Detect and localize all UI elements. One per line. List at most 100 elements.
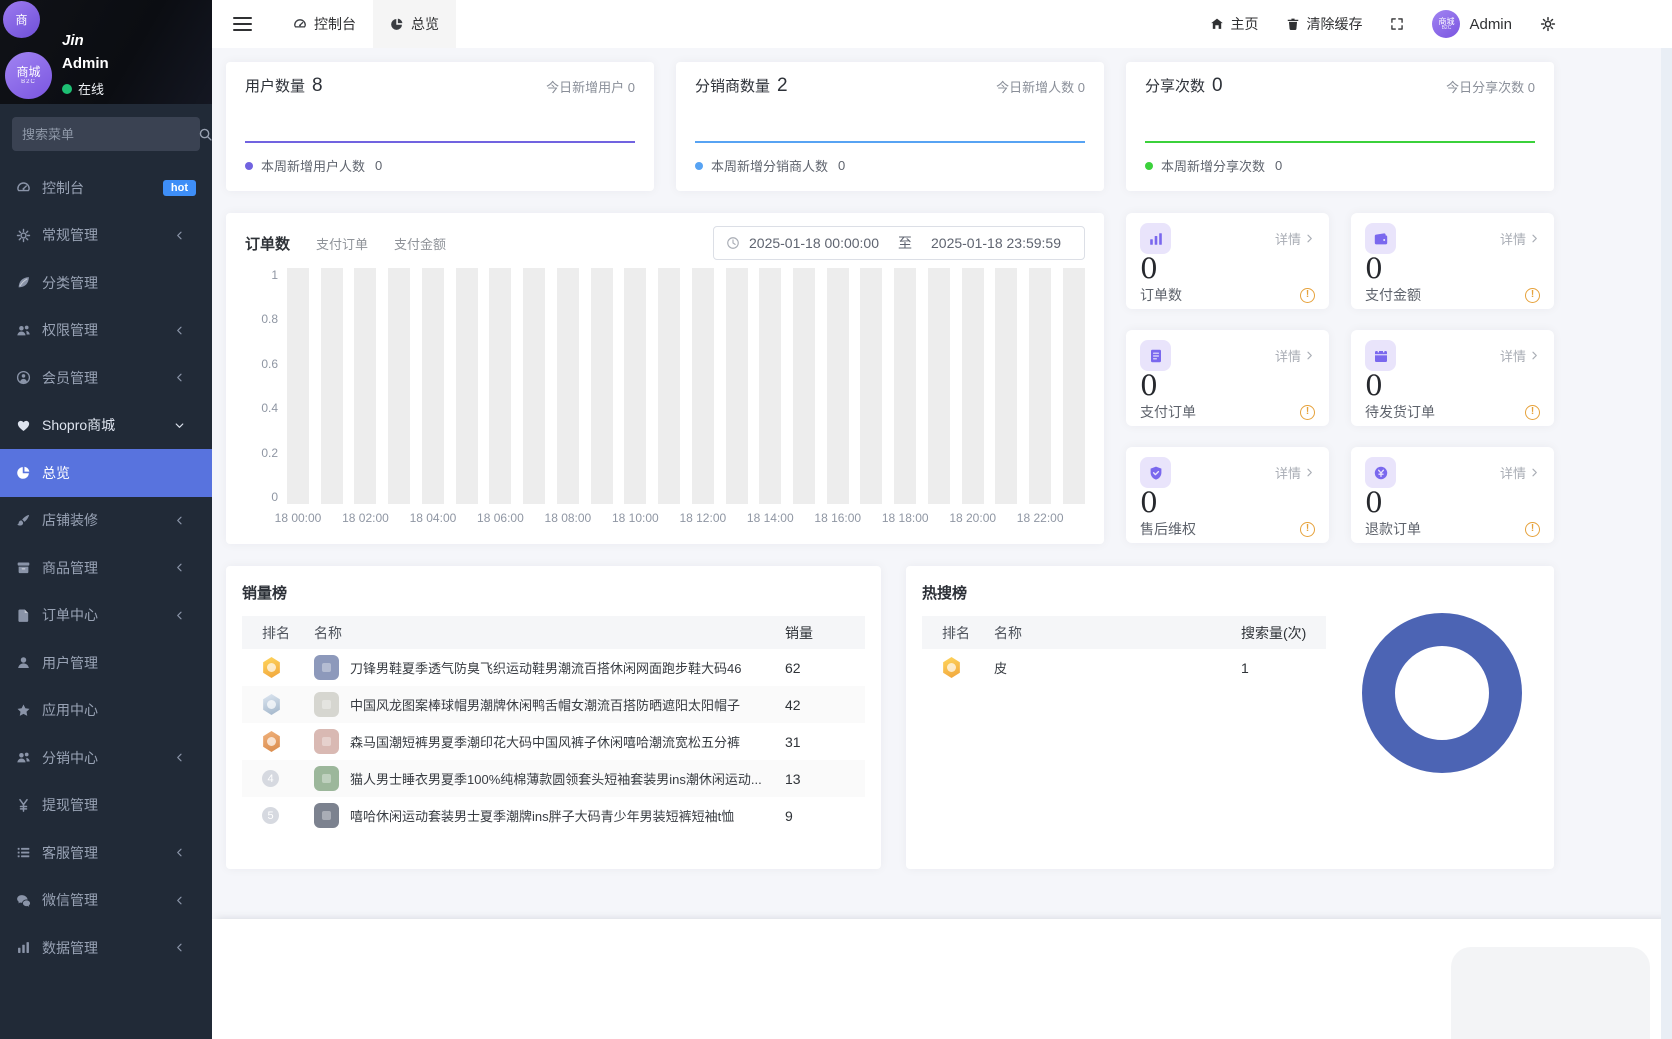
sidebar-item-label: 控制台 xyxy=(42,179,84,196)
x-axis-label: 18 04:00 xyxy=(409,511,457,525)
sidebar-item-label: 分销中心 xyxy=(42,749,98,766)
sidebar-item-5[interactable]: Shopro商城 xyxy=(0,402,212,450)
legend-value: 0 xyxy=(375,158,383,173)
settings-button[interactable] xyxy=(1540,16,1556,32)
bar-slot: 18 12:00 xyxy=(679,268,726,525)
topbar-actions: 主页 清除缓存 商城 B2C Admin xyxy=(1210,10,1556,38)
sidebar-item-7[interactable]: 店铺装修 xyxy=(0,497,212,545)
sidebar-item-2[interactable]: 分类管理 xyxy=(0,259,212,307)
topbar-tab-1[interactable]: 总览 xyxy=(373,0,456,48)
bar-chart-icon xyxy=(16,940,31,955)
y-axis: 1 0.8 0.6 0.4 0.2 0 xyxy=(245,268,287,504)
info-warning-icon[interactable]: ! xyxy=(1300,521,1315,537)
clear-cache-button[interactable]: 清除缓存 xyxy=(1286,14,1362,34)
info-warning-icon[interactable]: ! xyxy=(1525,404,1540,420)
overview-card-0: 用户数量 8 今日新增用户 0 本周新增用户人数 0 xyxy=(226,62,654,191)
legend-label: 本周新增分销商人数 xyxy=(711,159,829,174)
sidebar-item-label: 商品管理 xyxy=(42,559,98,576)
detail-link[interactable]: 详情 xyxy=(1275,346,1315,365)
sidebar-item-label: 权限管理 xyxy=(42,322,98,339)
fullscreen-button[interactable] xyxy=(1390,17,1404,31)
sales-rank-row: 刀锋男鞋夏季透气防臭飞织运动鞋男潮流百搭休闲网面跑步鞋大码46 62 xyxy=(242,649,865,686)
info-warning-icon[interactable]: ! xyxy=(1525,287,1540,303)
date-range-picker[interactable]: 2025-01-18 00:00:00 至 2025-01-18 23:59:5… xyxy=(713,226,1085,260)
x-axis-label: 18 00:00 xyxy=(274,511,322,525)
keyword-name: 皮 xyxy=(994,661,1008,676)
bar-slot xyxy=(320,268,343,504)
date-start-value[interactable]: 2025-01-18 00:00:00 xyxy=(749,235,879,251)
sidebar-item-11[interactable]: 应用中心 xyxy=(0,687,212,735)
sidebar-item-6[interactable]: 总览 xyxy=(0,449,212,497)
info-warning-icon[interactable]: ! xyxy=(1300,287,1315,303)
sidebar-item-15[interactable]: 微信管理 xyxy=(0,877,212,925)
sidebar-item-9[interactable]: 订单中心 xyxy=(0,592,212,640)
topbar-user-chip[interactable]: 商城 B2C Admin xyxy=(1432,10,1512,38)
overview-sparkline xyxy=(695,141,1085,143)
sidebar-item-13[interactable]: 提现管理 xyxy=(0,782,212,830)
sidebar-item-8[interactable]: 商品管理 xyxy=(0,544,212,592)
sidebar-item-3[interactable]: 权限管理 xyxy=(0,307,212,355)
trash-icon xyxy=(1286,17,1300,31)
topbar-tab-label: 控制台 xyxy=(314,16,356,32)
orders-chart-tab-2[interactable]: 支付金额 xyxy=(394,234,446,253)
detail-link[interactable]: 详情 xyxy=(1275,229,1315,248)
sidebar-item-label: 应用中心 xyxy=(42,702,98,719)
menu-search-input[interactable] xyxy=(22,126,198,142)
main-content: 用户数量 8 今日新增用户 0 本周新增用户人数 0 分销商数量 2 今日新增人数 … xyxy=(212,48,1672,1039)
date-end-value[interactable]: 2025-01-18 23:59:59 xyxy=(931,235,1061,251)
legend-dot xyxy=(245,161,253,170)
bar-slot: 18 04:00 xyxy=(410,268,456,525)
detail-link[interactable]: 详情 xyxy=(1500,229,1540,248)
sidebar-item-12[interactable]: 分销中心 xyxy=(0,734,212,782)
sidebar-item-1[interactable]: 常规管理 xyxy=(0,212,212,260)
detail-link[interactable]: 详情 xyxy=(1500,463,1540,482)
orders-chart-tab-1[interactable]: 支付订单 xyxy=(316,234,368,253)
sidebar-item-16[interactable]: 数据管理 xyxy=(0,924,212,972)
overview-legend: 本周新增分销商人数 0 xyxy=(695,156,1085,175)
sidebar-item-label: 提现管理 xyxy=(42,797,98,814)
orders-chart-tab-0[interactable]: 订单数 xyxy=(245,233,290,254)
chart-bar xyxy=(354,268,377,504)
overview-title: 分享次数 0 xyxy=(1145,75,1223,96)
chevron-right-icon xyxy=(1304,350,1315,361)
info-warning-icon[interactable]: ! xyxy=(1300,404,1315,420)
search-count-value: 1 xyxy=(1241,659,1249,676)
sales-value: 42 xyxy=(785,696,801,713)
detail-link[interactable]: 详情 xyxy=(1275,463,1315,482)
chevron-right-icon xyxy=(1529,467,1540,478)
user-avatar[interactable]: 商城 B2C xyxy=(5,52,52,99)
x-axis-label: 18 02:00 xyxy=(342,511,389,525)
sales-rank-row: 中国风龙图案棒球帽男潮牌休闲鸭舌帽女潮流百搭防晒遮阳太阳帽子 42 xyxy=(242,686,865,723)
info-warning-icon[interactable]: ! xyxy=(1525,521,1540,537)
chart-bar xyxy=(590,268,613,504)
chevron-right-icon xyxy=(1529,350,1540,361)
user-status: 在线 xyxy=(62,79,104,98)
bar-slot xyxy=(658,268,681,504)
chart-bar xyxy=(658,268,681,504)
sidebar-search xyxy=(12,117,200,151)
sidebar-item-10[interactable]: 用户管理 xyxy=(0,639,212,687)
home-button[interactable]: 主页 xyxy=(1210,14,1258,34)
header-rank: 排名 xyxy=(262,624,290,641)
search-icon[interactable] xyxy=(198,127,213,142)
legend-dot xyxy=(1145,161,1153,170)
chart-bar xyxy=(556,268,579,504)
hamburger-menu-button[interactable] xyxy=(233,17,252,31)
detail-link[interactable]: 详情 xyxy=(1500,346,1540,365)
vertical-scrollbar[interactable] xyxy=(1661,48,1672,1039)
chevron-left-icon xyxy=(174,847,185,858)
chart-bar xyxy=(421,268,444,504)
shield-icon xyxy=(1148,465,1164,481)
sidebar-item-0[interactable]: 控制台 hot xyxy=(0,164,212,212)
detail-label: 详情 xyxy=(1499,349,1526,364)
product-thumbnail xyxy=(314,729,339,754)
topbar-avatar-sublabel: B2C xyxy=(1441,24,1452,31)
chevron-left-icon xyxy=(174,372,185,383)
sidebar-item-14[interactable]: 客服管理 xyxy=(0,829,212,877)
sidebar-item-4[interactable]: 会员管理 xyxy=(0,354,212,402)
mini-card-label: 售后维权 xyxy=(1140,521,1196,537)
sidebar-item-label: 订单中心 xyxy=(42,607,98,624)
chevron-right-icon xyxy=(1529,233,1540,244)
topbar-tab-0[interactable]: 控制台 xyxy=(276,0,373,48)
overview-title: 分销商数量 2 xyxy=(695,75,788,96)
